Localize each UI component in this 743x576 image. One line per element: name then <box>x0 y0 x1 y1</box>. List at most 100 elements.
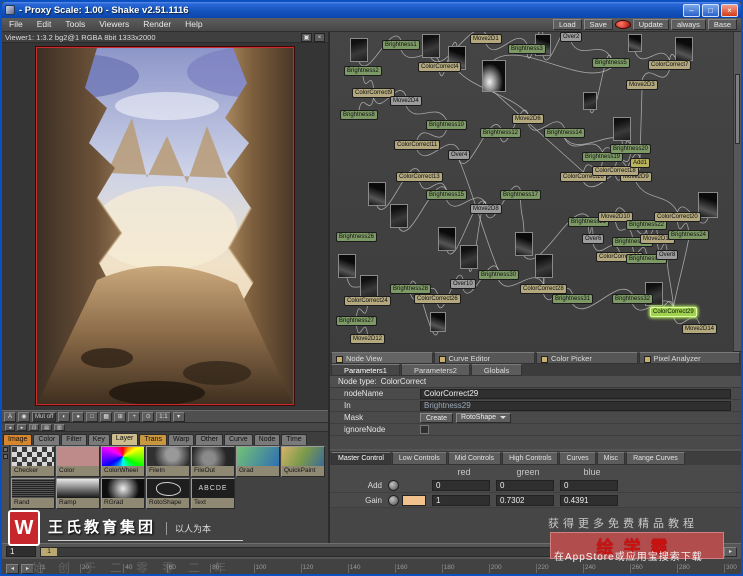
graph-node-move2d6[interactable]: Move2D6 <box>512 114 544 124</box>
channel-blue-icon[interactable]: □ <box>86 411 99 422</box>
timeline-nav-button[interactable]: ◂ <box>6 563 19 574</box>
graph-node-colorcorrect29[interactable]: ColorCorrect29 <box>650 307 697 317</box>
viewer-render-icon[interactable]: ▣ <box>301 32 312 42</box>
channel-red-icon[interactable]: ◐ <box>58 411 71 422</box>
menu-tools[interactable]: Tools <box>58 18 92 31</box>
gain-green-field[interactable]: 0.7302 <box>496 494 554 506</box>
topbar-load-button[interactable]: Load <box>552 19 582 30</box>
tab-warp[interactable]: Warp <box>167 434 195 445</box>
graph-node-brightness28[interactable]: Brightness28 <box>390 284 432 294</box>
tab-mid-controls[interactable]: Mid Controls <box>447 452 502 465</box>
graph-node-brightness31[interactable]: Brightness31 <box>552 294 594 304</box>
node-thumbnail[interactable] <box>338 254 356 278</box>
gain-toggle-knob[interactable] <box>388 494 399 506</box>
graph-node-brightness24[interactable]: Brightness24 <box>668 230 710 240</box>
menu-help[interactable]: Help <box>178 18 209 31</box>
palette-checker[interactable]: Checker <box>11 446 55 477</box>
palette-filein[interactable]: FileIn <box>146 446 190 477</box>
add-red-field[interactable]: 0 <box>432 479 490 491</box>
node-thumbnail[interactable] <box>515 232 533 256</box>
add-toggle-knob[interactable] <box>388 479 399 491</box>
tab-trans[interactable]: Trans <box>139 434 167 445</box>
scrollbar-thumb[interactable] <box>735 74 741 144</box>
mask-shape-dropdown[interactable]: RotoShape <box>456 412 512 423</box>
zoom-icon[interactable]: ⊞ <box>114 411 127 422</box>
palette-colorwheel[interactable]: ColorWheel <box>101 446 145 477</box>
channel-green-icon[interactable]: ● <box>72 411 85 422</box>
tab-node-view[interactable]: Node View <box>331 352 433 364</box>
node-thumbnail[interactable] <box>698 192 718 218</box>
palette-grad[interactable]: Grad <box>236 446 280 477</box>
topbar-save-button[interactable]: Save <box>583 19 613 30</box>
tab-curve-editor[interactable]: Curve Editor <box>433 352 535 364</box>
graph-node-brightness5[interactable]: Brightness5 <box>592 58 630 68</box>
minimize-button[interactable]: – <box>683 3 700 17</box>
node-thumbnail[interactable] <box>628 34 642 52</box>
tab-layer[interactable]: Layer <box>110 433 139 445</box>
add-blue-field[interactable]: 0 <box>560 479 618 491</box>
node-thumbnail[interactable] <box>675 37 693 61</box>
menu-file[interactable]: File <box>2 18 30 31</box>
tab-parameters2[interactable]: Parameters2 <box>400 364 470 376</box>
menu-render[interactable]: Render <box>136 18 178 31</box>
tab-time[interactable]: Time <box>281 434 307 445</box>
chevron-down-icon[interactable]: ▾ <box>172 411 185 422</box>
close-button[interactable]: × <box>721 3 738 17</box>
graph-node-move2d8[interactable]: Move2D8 <box>470 204 502 214</box>
topbar-always-button[interactable]: always <box>670 19 706 30</box>
graph-node-over4[interactable]: Over4 <box>448 150 471 160</box>
node-thumbnail[interactable] <box>460 245 478 269</box>
viewer-canvas[interactable] <box>2 43 328 410</box>
step-forward-icon[interactable]: ▸ <box>17 423 27 431</box>
tab-globals[interactable]: Globals <box>470 364 523 376</box>
topbar-base-button[interactable]: Base <box>707 19 737 30</box>
wipe-icon[interactable]: ▥ <box>53 423 65 431</box>
node-thumbnail[interactable] <box>422 34 440 58</box>
graph-node-brightness1[interactable]: Brightness1 <box>382 40 420 50</box>
tab-curves[interactable]: Curves <box>559 452 596 465</box>
palette-rgrad[interactable]: RGrad <box>101 478 145 509</box>
palette-ramp[interactable]: Ramp <box>56 478 100 509</box>
tab-filter[interactable]: Filter <box>61 434 87 445</box>
graph-node-colorcorrect28[interactable]: ColorCorrect28 <box>520 284 567 294</box>
node-thumbnail[interactable] <box>390 204 408 228</box>
palette-fileout[interactable]: FileOut <box>191 446 235 477</box>
graph-node-brightness3[interactable]: Brightness3 <box>508 44 546 54</box>
tab-parameters1[interactable]: Parameters1 <box>331 364 400 376</box>
tab-range-curves[interactable]: Range Curves <box>626 452 685 465</box>
mask-create-button[interactable]: Create <box>420 412 454 423</box>
node-thumbnail[interactable] <box>350 38 368 62</box>
add-green-field[interactable]: 0 <box>496 479 554 491</box>
graph-node-move2d1[interactable]: Move2D1 <box>470 34 502 44</box>
graph-node-brightness30[interactable]: Brightness30 <box>478 270 520 280</box>
graph-node-move2d4[interactable]: Move2D4 <box>390 96 422 106</box>
graph-node-brightness17[interactable]: Brightness17 <box>500 190 542 200</box>
graph-node-colorcorrect20[interactable]: ColorCorrect20 <box>654 212 701 222</box>
menu-viewers[interactable]: Viewers <box>92 18 136 31</box>
tab-pixel-analyzer[interactable]: Pixel Analyzer <box>638 352 740 364</box>
tab-other[interactable]: Other <box>195 434 223 445</box>
tab-node[interactable]: Node <box>253 434 281 445</box>
graph-node-brightness8[interactable]: Brightness8 <box>340 110 378 120</box>
viewer-close-icon[interactable]: × <box>314 32 325 42</box>
graph-node-colorcorrect24[interactable]: ColorCorrect24 <box>344 296 391 306</box>
in-field[interactable]: Brightness29 <box>420 400 731 411</box>
node-graph-canvas[interactable]: Brightness1 ColorCorrect4 Move2D1 Brightnes… <box>330 32 734 352</box>
graph-node-brightness20[interactable]: Brightness20 <box>610 144 652 154</box>
mask-icon[interactable]: ▤ <box>41 423 52 431</box>
graph-node-move2d12[interactable]: Move2D12 <box>350 334 386 344</box>
node-thumbnail[interactable] <box>482 60 506 92</box>
ratio-button[interactable]: 1:1 <box>156 411 171 422</box>
timeline-nav-button[interactable]: ▸ <box>724 546 737 557</box>
grid-icon[interactable]: ▦ <box>100 411 113 422</box>
node-thumbnail[interactable] <box>430 312 446 332</box>
graph-node-brightness10[interactable]: Brightness10 <box>426 120 468 130</box>
tab-key[interactable]: Key <box>87 434 110 445</box>
tab-low-controls[interactable]: Low Controls <box>391 452 447 465</box>
graph-node-brightness14[interactable]: Brightness14 <box>544 128 586 138</box>
graph-node-brightness2[interactable]: Brightness2 <box>344 66 382 76</box>
tab-master-control[interactable]: Master Control <box>331 452 391 465</box>
compare-toggle-icon[interactable]: ◉ <box>18 411 30 422</box>
node-thumbnail[interactable] <box>613 117 631 141</box>
compare-a-button[interactable]: A <box>4 411 16 422</box>
